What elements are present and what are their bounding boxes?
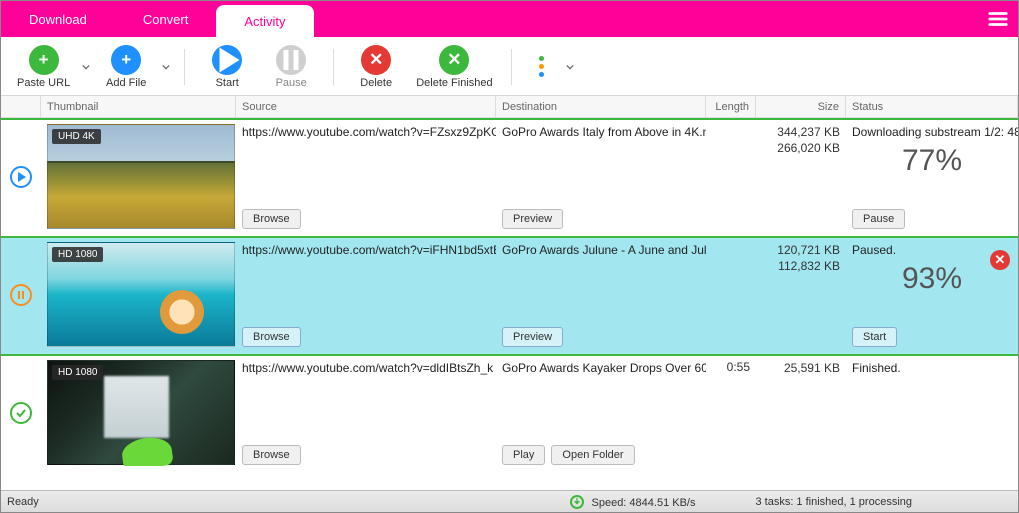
view-options-button[interactable] bbox=[524, 50, 560, 84]
top-tab-bar: Download Convert Activity bbox=[1, 1, 1018, 37]
preview-button[interactable]: Preview bbox=[502, 327, 563, 347]
activity-list: UHD 4K https://www.youtube.com/watch?v=F… bbox=[1, 118, 1018, 490]
length-value bbox=[706, 124, 756, 230]
col-length[interactable]: Length bbox=[706, 96, 756, 117]
col-destination[interactable]: Destination bbox=[496, 96, 706, 117]
separator bbox=[184, 49, 185, 85]
col-state[interactable] bbox=[1, 96, 41, 117]
delete-finished-button[interactable]: ✕ Delete Finished bbox=[410, 43, 498, 91]
tab-download[interactable]: Download bbox=[1, 1, 115, 37]
table-row[interactable]: HD 1080 https://www.youtube.com/watch?v=… bbox=[1, 354, 1018, 472]
col-status[interactable]: Status bbox=[846, 96, 1018, 117]
x-icon: ✕ bbox=[439, 45, 469, 75]
pause-label: Pause bbox=[276, 77, 307, 89]
download-speed-icon bbox=[570, 495, 584, 509]
source-url: https://www.youtube.com/watch?v=iFHN1bd5… bbox=[242, 242, 490, 258]
browse-button[interactable]: Browse bbox=[242, 209, 301, 229]
col-size[interactable]: Size bbox=[756, 96, 846, 117]
table-row[interactable]: UHD 4K https://www.youtube.com/watch?v=F… bbox=[1, 118, 1018, 236]
length-value bbox=[706, 242, 756, 348]
quality-badge: UHD 4K bbox=[52, 129, 101, 144]
status-speed: Speed: 4844.51 KB/s bbox=[570, 495, 695, 509]
paste-url-button[interactable]: + Paste URL bbox=[11, 43, 76, 91]
row-pause-button[interactable]: Pause bbox=[852, 209, 905, 229]
preview-button[interactable]: Preview bbox=[502, 209, 563, 229]
status-text: Finished. bbox=[852, 360, 1012, 376]
size-total: 25,591 KB bbox=[762, 360, 840, 376]
destination-file: GoPro Awards Italy from Above in 4K.mp4 bbox=[502, 124, 700, 140]
browse-button[interactable]: Browse bbox=[242, 327, 301, 347]
progress-percent: 93% bbox=[852, 262, 1012, 296]
source-url: https://www.youtube.com/watch?v=dldIBtsZ… bbox=[242, 360, 490, 376]
delete-label: Delete bbox=[360, 77, 392, 89]
plus-icon: + bbox=[111, 45, 141, 75]
paste-url-dropdown[interactable] bbox=[80, 56, 92, 78]
thumbnail: HD 1080 bbox=[47, 360, 235, 465]
col-thumbnail[interactable]: Thumbnail bbox=[41, 96, 236, 117]
table-row[interactable]: ✕ HD 1080 https://www.youtube.com/watch?… bbox=[1, 236, 1018, 354]
play-icon bbox=[212, 45, 242, 75]
quality-badge: HD 1080 bbox=[52, 365, 103, 380]
state-downloading-icon bbox=[10, 166, 32, 188]
tab-activity[interactable]: Activity bbox=[216, 5, 313, 38]
row-start-button[interactable]: Start bbox=[852, 327, 897, 347]
separator bbox=[333, 49, 334, 85]
browse-button[interactable]: Browse bbox=[242, 445, 301, 465]
status-bar: Ready Speed: 4844.51 KB/s 3 tasks: 1 fin… bbox=[1, 490, 1018, 512]
tab-convert[interactable]: Convert bbox=[115, 1, 217, 37]
remove-row-button[interactable]: ✕ bbox=[990, 250, 1010, 270]
x-icon: ✕ bbox=[361, 45, 391, 75]
hamburger-icon bbox=[987, 8, 1009, 30]
status-text: Downloading substream 1/2: 4844.5 KB/s bbox=[852, 124, 1012, 140]
add-file-button[interactable]: + Add File bbox=[96, 43, 156, 91]
delete-finished-label: Delete Finished bbox=[416, 77, 492, 89]
size-total: 120,721 KB bbox=[762, 242, 840, 258]
pause-icon bbox=[276, 45, 306, 75]
length-value: 0:55 bbox=[706, 360, 756, 466]
open-folder-button[interactable]: Open Folder bbox=[551, 445, 634, 465]
view-options-dropdown[interactable] bbox=[564, 56, 576, 78]
size-downloaded: 266,020 KB bbox=[762, 140, 840, 156]
thumbnail: HD 1080 bbox=[47, 242, 235, 347]
play-button[interactable]: Play bbox=[502, 445, 545, 465]
progress-percent: 77% bbox=[852, 144, 1012, 178]
destination-file: GoPro Awards Kayaker Drops Over 60 ft. W… bbox=[502, 360, 700, 376]
add-file-dropdown[interactable] bbox=[160, 56, 172, 78]
start-label: Start bbox=[216, 77, 239, 89]
separator bbox=[511, 49, 512, 85]
menu-button[interactable] bbox=[978, 1, 1018, 37]
quality-badge: HD 1080 bbox=[52, 247, 103, 262]
col-source[interactable]: Source bbox=[236, 96, 496, 117]
thumbnail: UHD 4K bbox=[47, 124, 235, 229]
paste-url-label: Paste URL bbox=[17, 77, 70, 89]
state-paused-icon bbox=[10, 284, 32, 306]
destination-file: GoPro Awards Julune - A June and July Ad… bbox=[502, 242, 700, 258]
pause-button[interactable]: Pause bbox=[261, 43, 321, 91]
source-url: https://www.youtube.com/watch?v=FZsxz9Zp… bbox=[242, 124, 490, 140]
dots-icon bbox=[530, 52, 554, 82]
size-downloaded: 112,832 KB bbox=[762, 258, 840, 274]
size-total: 344,237 KB bbox=[762, 124, 840, 140]
state-finished-icon bbox=[10, 402, 32, 424]
status-tasks: 3 tasks: 1 finished, 1 processing bbox=[755, 496, 912, 508]
add-file-label: Add File bbox=[106, 77, 146, 89]
plus-icon: + bbox=[29, 45, 59, 75]
status-text: Paused. bbox=[852, 242, 1012, 258]
toolbar: + Paste URL + Add File Start Pause ✕ Del… bbox=[1, 37, 1018, 96]
start-button[interactable]: Start bbox=[197, 43, 257, 91]
delete-button[interactable]: ✕ Delete bbox=[346, 43, 406, 91]
column-headers: Thumbnail Source Destination Length Size… bbox=[1, 96, 1018, 118]
status-ready: Ready bbox=[7, 496, 39, 508]
